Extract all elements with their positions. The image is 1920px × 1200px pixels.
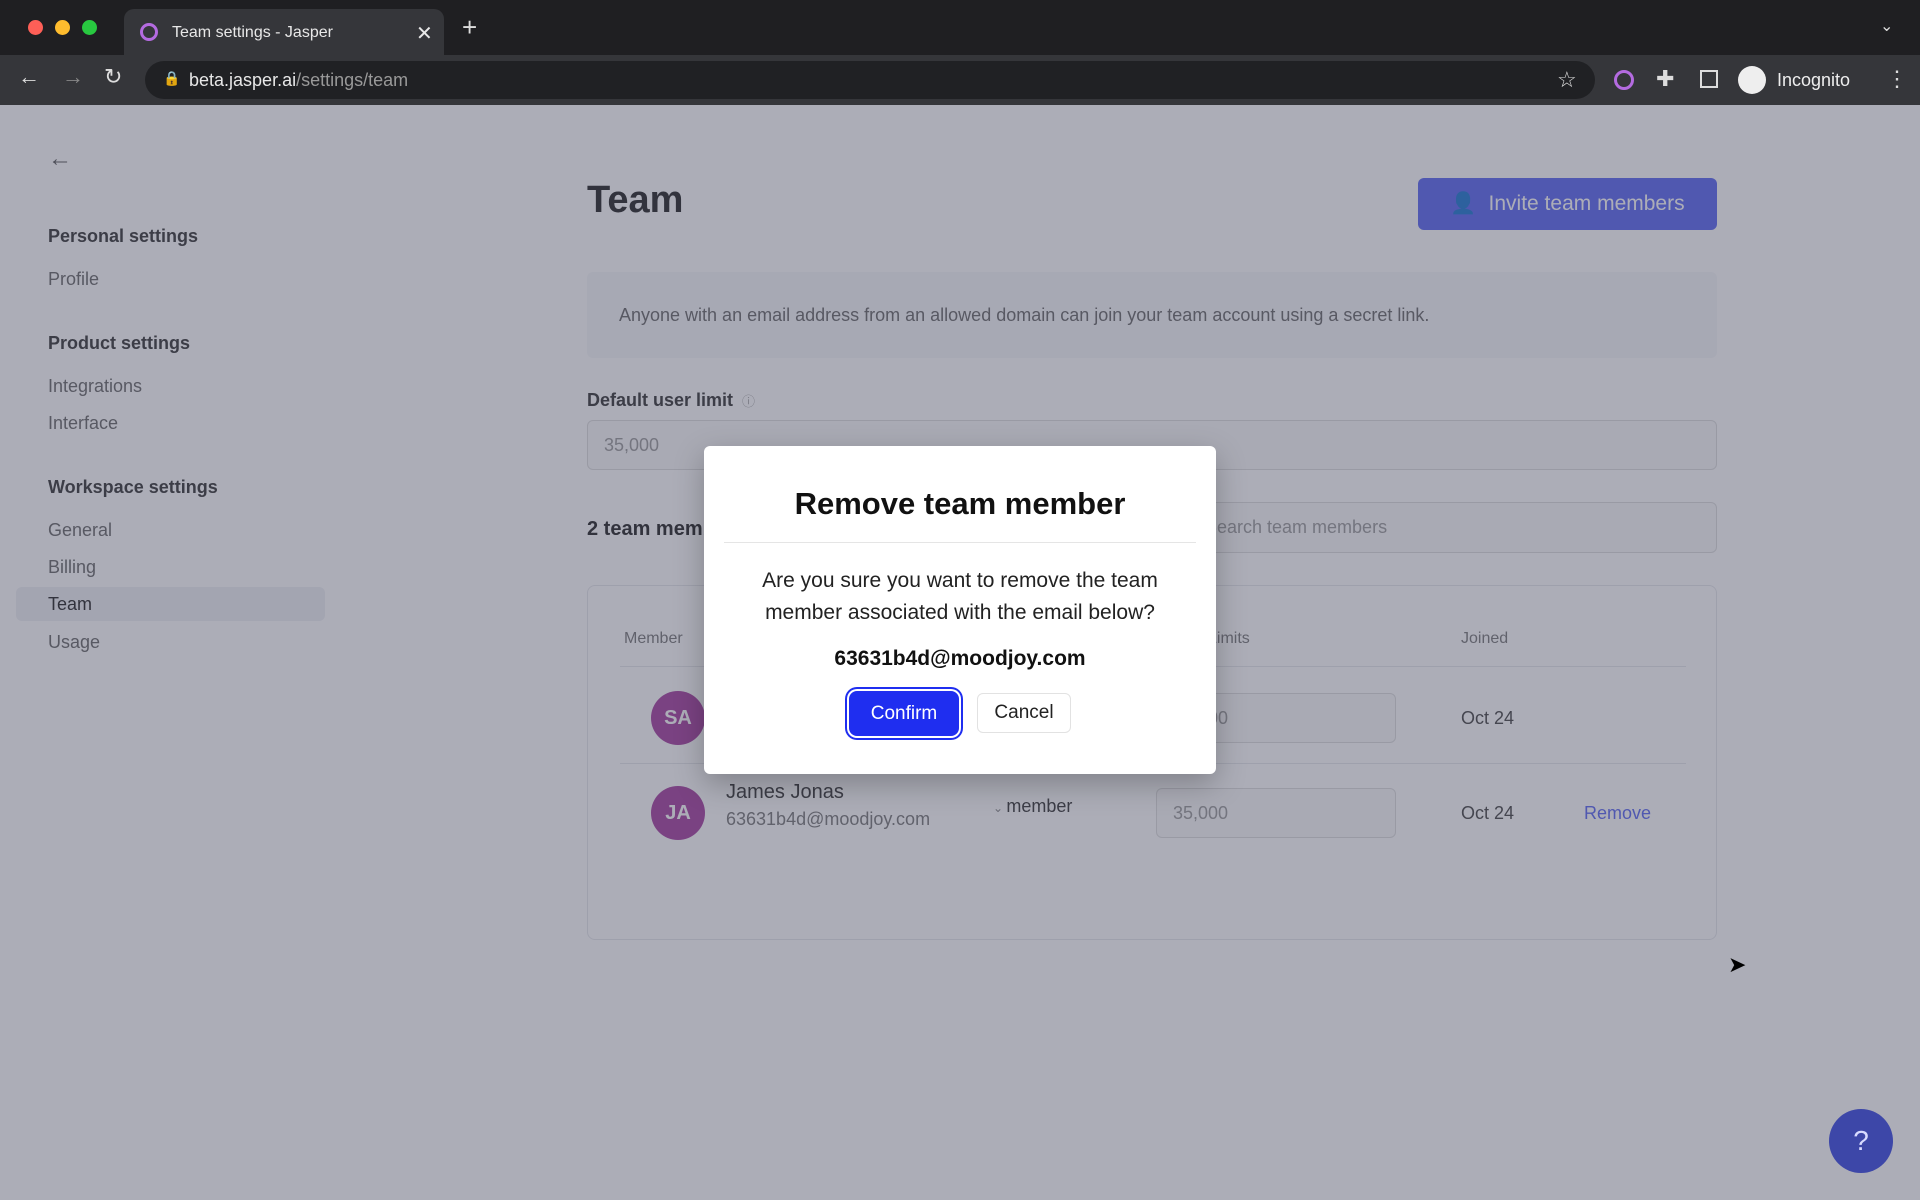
incognito-label[interactable]: Incognito <box>1777 70 1850 91</box>
menu-kebab-icon[interactable]: ⋮ <box>1886 66 1908 92</box>
tab-title: Team settings - Jasper <box>172 24 333 41</box>
close-tab-icon[interactable]: ✕ <box>416 21 433 46</box>
minimize-window-button[interactable] <box>55 20 70 35</box>
close-window-button[interactable] <box>28 20 43 35</box>
tab-list-chevron-icon[interactable]: ⌄ <box>1880 16 1893 36</box>
browser-tab[interactable]: Team settings - Jasper ✕ <box>124 9 444 55</box>
divider <box>724 542 1196 543</box>
cancel-button[interactable]: Cancel <box>977 693 1071 733</box>
url-host: beta.jasper.ai <box>189 70 297 90</box>
jasper-favicon-icon <box>140 23 158 41</box>
maximize-window-button[interactable] <box>82 20 97 35</box>
reload-icon[interactable]: ↻ <box>104 64 122 90</box>
jasper-extension-icon[interactable] <box>1614 70 1634 90</box>
new-tab-icon[interactable]: + <box>462 12 477 43</box>
browser-tab-bar: Team settings - Jasper ✕ + ⌄ <box>0 0 1920 55</box>
forward-icon[interactable]: → <box>62 64 84 90</box>
incognito-icon <box>1738 66 1766 94</box>
dialog-title: Remove team member <box>794 486 1126 521</box>
side-panel-icon[interactable] <box>1700 70 1718 88</box>
dialog-email: 63631b4d@moodjoy.com <box>834 647 1086 670</box>
help-button[interactable]: ? <box>1829 1109 1893 1173</box>
address-bar[interactable]: 🔒 beta.jasper.ai/settings/team ☆ <box>145 61 1595 99</box>
mouse-cursor-icon: ➤ <box>1728 952 1747 977</box>
lock-icon: 🔒 <box>163 70 181 86</box>
remove-member-dialog: Remove team member Are you sure you want… <box>704 446 1216 774</box>
confirm-button[interactable]: Confirm <box>849 691 959 736</box>
dialog-message: Are you sure you want to remove the team… <box>762 569 1158 624</box>
extensions-puzzle-icon[interactable]: ✚ <box>1656 66 1674 92</box>
url-path: /settings/team <box>296 70 409 90</box>
back-icon[interactable]: ← <box>18 64 40 90</box>
bookmark-star-icon[interactable]: ☆ <box>1557 67 1577 93</box>
